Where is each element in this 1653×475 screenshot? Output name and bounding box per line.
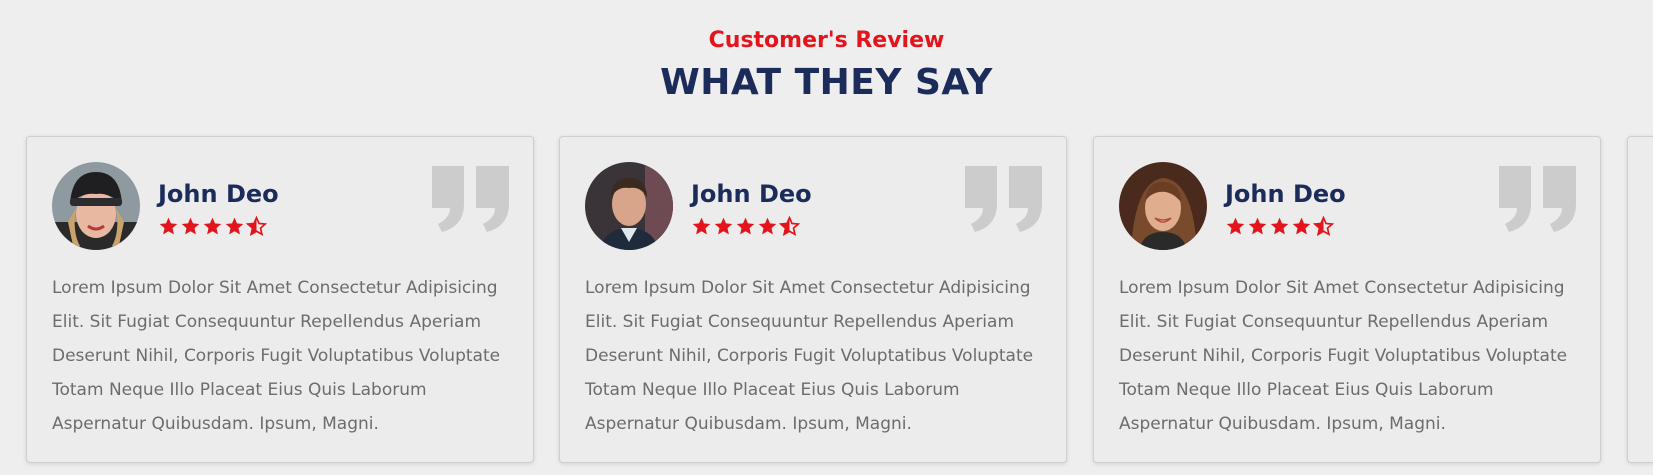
star-full-icon — [203, 217, 222, 235]
star-full-icon — [225, 217, 244, 235]
quote-icon — [965, 166, 1042, 232]
rating-stars — [1225, 216, 1334, 236]
quote-icon — [1499, 166, 1576, 232]
star-full-icon — [714, 217, 733, 235]
avatar — [1119, 162, 1207, 250]
star-full-icon — [1248, 217, 1267, 235]
avatar — [585, 162, 673, 250]
review-card: John Deo Lorem Ipsum Dolor Sit Amet Cons… — [26, 136, 534, 463]
rating-stars — [691, 216, 800, 236]
reviewer-name: John Deo — [691, 180, 812, 208]
review-card: John Deo Lorem Ipsum Dolor Sit Amet Cons… — [559, 136, 1067, 463]
star-full-icon — [1292, 217, 1311, 235]
review-text: Lorem Ipsum Dolor Sit Amet Consectetur A… — [52, 278, 501, 434]
star-half-icon — [1313, 216, 1334, 236]
reviewer-name: John Deo — [158, 180, 279, 208]
star-full-icon — [758, 217, 777, 235]
star-half-icon — [779, 216, 800, 236]
star-half-icon — [246, 216, 267, 236]
star-full-icon — [1226, 217, 1245, 235]
review-card: John Deo Lorem Ipsum Dolor Sit Amet Cons… — [1093, 136, 1601, 463]
review-card-partial — [1627, 136, 1653, 463]
star-full-icon — [1270, 217, 1289, 235]
reviewer-name: John Deo — [1225, 180, 1346, 208]
review-text: Lorem Ipsum Dolor Sit Amet Consectetur A… — [585, 278, 1034, 434]
quote-icon — [432, 166, 509, 232]
star-full-icon — [181, 217, 200, 235]
star-full-icon — [159, 217, 178, 235]
rating-stars — [158, 216, 267, 236]
star-full-icon — [736, 217, 755, 235]
review-text: Lorem Ipsum Dolor Sit Amet Consectetur A… — [1119, 278, 1568, 434]
avatar — [52, 162, 140, 250]
section-subtitle: Customer's Review — [708, 28, 945, 53]
section-title: WHAT THEY SAY — [660, 62, 993, 103]
star-full-icon — [692, 217, 711, 235]
